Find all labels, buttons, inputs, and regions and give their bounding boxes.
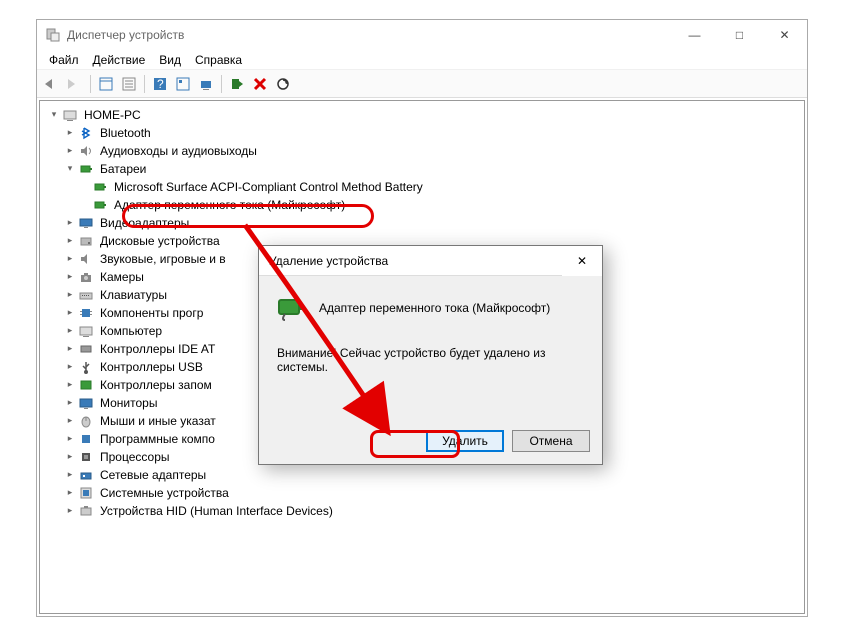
- close-button[interactable]: ✕: [762, 20, 807, 50]
- menu-file[interactable]: Файл: [43, 51, 85, 69]
- dialog-close-button[interactable]: ✕: [562, 246, 602, 276]
- back-button[interactable]: [41, 73, 63, 95]
- expand-icon[interactable]: ▸: [64, 325, 76, 337]
- uninstall-dialog: Удаление устройства ✕ Адаптер переменног…: [258, 245, 603, 465]
- properties-button[interactable]: [118, 73, 140, 95]
- tree-bluetooth[interactable]: ▸Bluetooth: [40, 123, 804, 141]
- collapse-icon[interactable]: ▾: [48, 109, 60, 121]
- expand-icon[interactable]: ▸: [64, 487, 76, 499]
- tree-system[interactable]: ▸Системные устройства: [40, 483, 804, 501]
- uninstall-confirm-button[interactable]: Удалить: [426, 430, 504, 452]
- controller-icon: [78, 341, 94, 357]
- expand-icon[interactable]: ▸: [64, 289, 76, 301]
- svg-text:?: ?: [157, 77, 164, 91]
- expand-icon[interactable]: ▸: [64, 397, 76, 409]
- battery-icon: [275, 292, 307, 324]
- component-icon: [78, 305, 94, 321]
- expand-icon[interactable]: ▸: [64, 379, 76, 391]
- battery-icon: [78, 161, 94, 177]
- audio-icon: [78, 251, 94, 267]
- dialog-warning-text: Внимание! Сейчас устройство будет удален…: [277, 346, 586, 374]
- menu-help[interactable]: Справка: [189, 51, 248, 69]
- expand-icon[interactable]: ▸: [64, 217, 76, 229]
- system-icon: [78, 485, 94, 501]
- expand-icon[interactable]: ▸: [64, 361, 76, 373]
- expand-icon[interactable]: ▸: [64, 415, 76, 427]
- menu-action[interactable]: Действие: [87, 51, 152, 69]
- usb-icon: [78, 359, 94, 375]
- help-button[interactable]: ?: [149, 73, 171, 95]
- forward-button[interactable]: [64, 73, 86, 95]
- audio-icon: [78, 143, 94, 159]
- uninstall-button[interactable]: [249, 73, 271, 95]
- tree-batteries[interactable]: ▾Батареи: [40, 159, 804, 177]
- expand-icon[interactable]: ▸: [64, 307, 76, 319]
- computer-icon: [78, 323, 94, 339]
- scan-hardware-button[interactable]: [272, 73, 294, 95]
- titlebar: Диспетчер устройств — □ ✕: [37, 20, 807, 50]
- window-title: Диспетчер устройств: [67, 28, 672, 42]
- menu-view[interactable]: Вид: [153, 51, 187, 69]
- tree-root[interactable]: ▾HOME-PC: [40, 105, 804, 123]
- app-icon: [45, 27, 61, 43]
- cpu-icon: [78, 449, 94, 465]
- expand-icon[interactable]: ▸: [64, 235, 76, 247]
- minimize-button[interactable]: —: [672, 20, 717, 50]
- bluetooth-icon: [78, 125, 94, 141]
- expand-icon[interactable]: ▸: [64, 145, 76, 157]
- tree-video[interactable]: ▸Видеоадаптеры: [40, 213, 804, 231]
- storage-icon: [78, 377, 94, 393]
- component-icon: [78, 431, 94, 447]
- tree-hid[interactable]: ▸Устройства HID (Human Interface Devices…: [40, 501, 804, 519]
- cancel-button[interactable]: Отмена: [512, 430, 590, 452]
- keyboard-icon: [78, 287, 94, 303]
- collapse-icon[interactable]: ▾: [64, 163, 76, 175]
- update-driver-button[interactable]: [226, 73, 248, 95]
- mouse-icon: [78, 413, 94, 429]
- expand-icon[interactable]: ▸: [64, 127, 76, 139]
- computer-icon: [62, 107, 78, 123]
- scan-button[interactable]: [195, 73, 217, 95]
- expand-icon[interactable]: ▸: [64, 433, 76, 445]
- view-button[interactable]: [172, 73, 194, 95]
- tree-audio[interactable]: ▸Аудиовходы и аудиовыходы: [40, 141, 804, 159]
- disk-icon: [78, 233, 94, 249]
- tree-net[interactable]: ▸Сетевые адаптеры: [40, 465, 804, 483]
- hid-icon: [78, 503, 94, 519]
- expand-icon[interactable]: ▸: [64, 253, 76, 265]
- maximize-button[interactable]: □: [717, 20, 762, 50]
- show-hidden-button[interactable]: [95, 73, 117, 95]
- monitor-icon: [78, 395, 94, 411]
- network-icon: [78, 467, 94, 483]
- display-icon: [78, 215, 94, 231]
- dialog-title: Удаление устройства: [269, 254, 562, 268]
- expand-icon[interactable]: ▸: [64, 469, 76, 481]
- expand-icon[interactable]: ▸: [64, 271, 76, 283]
- battery-icon: [92, 179, 108, 195]
- expand-icon[interactable]: ▸: [64, 505, 76, 517]
- battery-icon: [92, 197, 108, 213]
- tree-battery-acpi[interactable]: Microsoft Surface ACPI-Compliant Control…: [40, 177, 804, 195]
- camera-icon: [78, 269, 94, 285]
- dialog-device-name: Адаптер переменного тока (Майкрософт): [319, 301, 550, 315]
- toolbar: ?: [37, 70, 807, 98]
- menubar: Файл Действие Вид Справка: [37, 50, 807, 70]
- tree-ac-adapter[interactable]: Адаптер переменного тока (Майкрософт): [40, 195, 804, 213]
- dialog-titlebar: Удаление устройства ✕: [259, 246, 602, 276]
- expand-icon[interactable]: ▸: [64, 451, 76, 463]
- expand-icon[interactable]: ▸: [64, 343, 76, 355]
